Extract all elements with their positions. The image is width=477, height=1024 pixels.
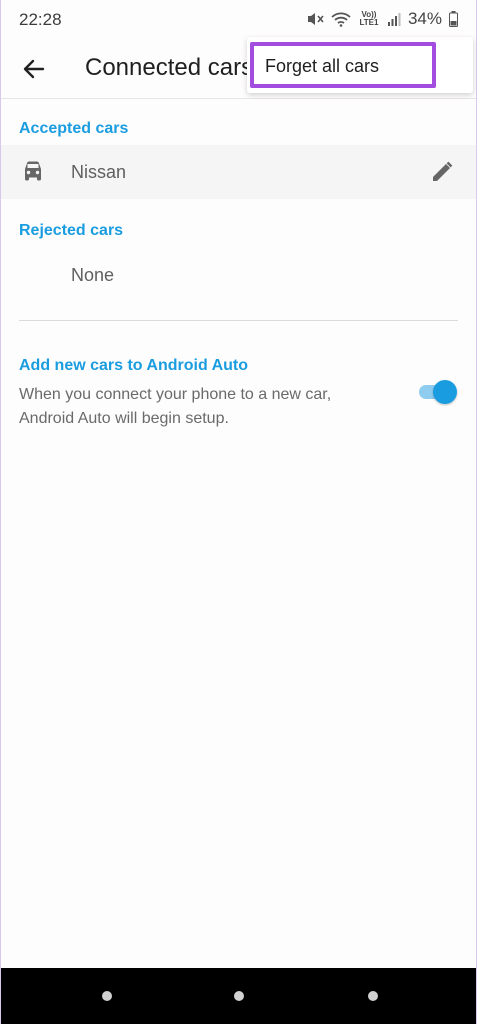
battery-percent: 34% xyxy=(407,9,442,28)
add-new-cars-description: When you connect your phone to a new car… xyxy=(19,386,332,427)
overflow-menu: Forget all cars xyxy=(247,37,473,93)
signal-icon xyxy=(387,13,401,26)
car-icon xyxy=(25,161,41,181)
accepted-cars-header: Accepted cars xyxy=(19,120,129,137)
system-nav-bar xyxy=(1,968,476,1024)
pencil-icon[interactable] xyxy=(430,160,454,184)
network-type-label: Vo)) LTE1 xyxy=(359,10,379,27)
add-new-cars-title: Add new cars to Android Auto xyxy=(19,357,249,374)
add-new-cars-toggle[interactable] xyxy=(419,380,457,404)
toggle-thumb xyxy=(433,380,457,404)
car-list-item[interactable]: Nissan xyxy=(1,145,476,199)
menu-item-forget-all-cars[interactable]: Forget all cars xyxy=(265,56,379,77)
status-bar: 22:28 Vo)) LTE1 34% xyxy=(1,0,476,40)
arrow-left-icon[interactable] xyxy=(19,54,49,84)
section-divider xyxy=(19,320,458,321)
mute-icon xyxy=(307,13,324,25)
nav-home-button[interactable] xyxy=(234,991,244,1001)
nav-back-button[interactable] xyxy=(368,991,378,1001)
page-title: Connected cars xyxy=(85,54,254,81)
status-icons: Vo)) LTE1 34% xyxy=(306,9,458,29)
status-time: 22:28 xyxy=(19,10,62,29)
rejected-cars-header: Rejected cars xyxy=(19,222,124,239)
battery-icon xyxy=(449,11,458,27)
rejected-cars-empty-text: None xyxy=(71,265,115,285)
car-name: Nissan xyxy=(71,162,127,182)
nav-recents-button[interactable] xyxy=(102,991,112,1001)
wifi-icon xyxy=(331,12,351,27)
